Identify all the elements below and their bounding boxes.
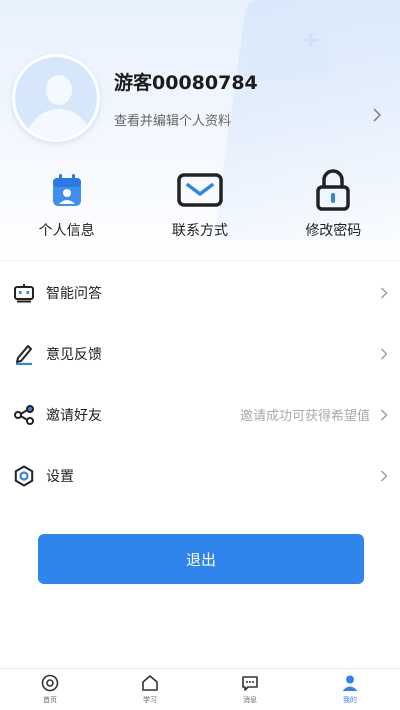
tab-study[interactable]: 学习 bbox=[110, 674, 190, 705]
profile-card[interactable]: 游客00080784 查看并编辑个人资料 bbox=[12, 54, 388, 142]
menu-item-label: 意见反馈 bbox=[46, 346, 102, 363]
chevron-right-icon bbox=[381, 470, 388, 481]
quick-action-contact[interactable]: 联系方式 bbox=[140, 170, 260, 250]
bottom-tab-bar: 首页 学习 消息 我的 bbox=[0, 668, 400, 710]
quick-action-label: 联系方式 bbox=[171, 223, 228, 239]
share-icon bbox=[13, 404, 35, 426]
calendar-person-icon bbox=[44, 170, 90, 210]
tab-label: 首页 bbox=[43, 696, 57, 704]
menu-item-invite-friends[interactable]: 邀请好友 邀请成功可获得希望值 bbox=[0, 384, 400, 445]
avatar[interactable] bbox=[12, 54, 100, 142]
tab-home[interactable]: 首页 bbox=[10, 674, 90, 705]
invite-reward-hint: 邀请成功可获得希望值 bbox=[239, 409, 370, 424]
tab-mine[interactable]: 我的 bbox=[310, 674, 390, 705]
tab-label: 消息 bbox=[243, 696, 257, 704]
chevron-right-icon bbox=[381, 287, 388, 298]
gear-icon bbox=[13, 465, 35, 487]
pen-icon bbox=[13, 343, 35, 365]
quick-action-label: 修改密码 bbox=[305, 223, 362, 239]
quick-actions: 个人信息 联系方式 修改密码 bbox=[0, 169, 400, 250]
target-icon bbox=[41, 674, 59, 692]
lock-icon bbox=[310, 169, 356, 211]
menu-item-smart-qa[interactable]: 智能问答 bbox=[0, 262, 400, 323]
tab-label: 我的 bbox=[343, 696, 357, 704]
home-icon bbox=[141, 674, 159, 692]
quick-action-change-password[interactable]: 修改密码 bbox=[273, 169, 393, 250]
chevron-right-icon bbox=[381, 409, 388, 420]
edit-profile-link[interactable]: 查看并编辑个人资料 bbox=[114, 110, 231, 129]
menu-list: 智能问答 意见反馈 邀请好友 邀请成功可获得希望值 设置 bbox=[0, 262, 400, 506]
menu-item-label: 智能问答 bbox=[46, 285, 102, 302]
section-divider bbox=[0, 260, 400, 261]
menu-item-settings[interactable]: 设置 bbox=[0, 445, 400, 506]
menu-item-label: 邀请好友 bbox=[46, 407, 102, 424]
avatar-shoulders bbox=[27, 109, 91, 139]
mail-icon bbox=[177, 170, 223, 210]
chevron-right-icon[interactable] bbox=[372, 108, 382, 122]
menu-item-label: 设置 bbox=[46, 468, 74, 485]
quick-action-personal-info[interactable]: 个人信息 bbox=[7, 170, 127, 250]
username: 游客00080784 bbox=[114, 72, 258, 94]
user-icon bbox=[341, 674, 359, 692]
tab-messages[interactable]: 消息 bbox=[210, 674, 290, 705]
menu-item-feedback[interactable]: 意见反馈 bbox=[0, 323, 400, 384]
tab-label: 学习 bbox=[143, 696, 157, 704]
chevron-right-icon bbox=[381, 348, 388, 359]
message-icon bbox=[241, 674, 259, 692]
avatar-head bbox=[46, 75, 72, 105]
robot-icon bbox=[13, 282, 35, 304]
logout-button[interactable]: 退出 bbox=[38, 534, 364, 584]
plus-decoration-icon: + bbox=[301, 28, 320, 53]
quick-action-label: 个人信息 bbox=[38, 223, 95, 239]
